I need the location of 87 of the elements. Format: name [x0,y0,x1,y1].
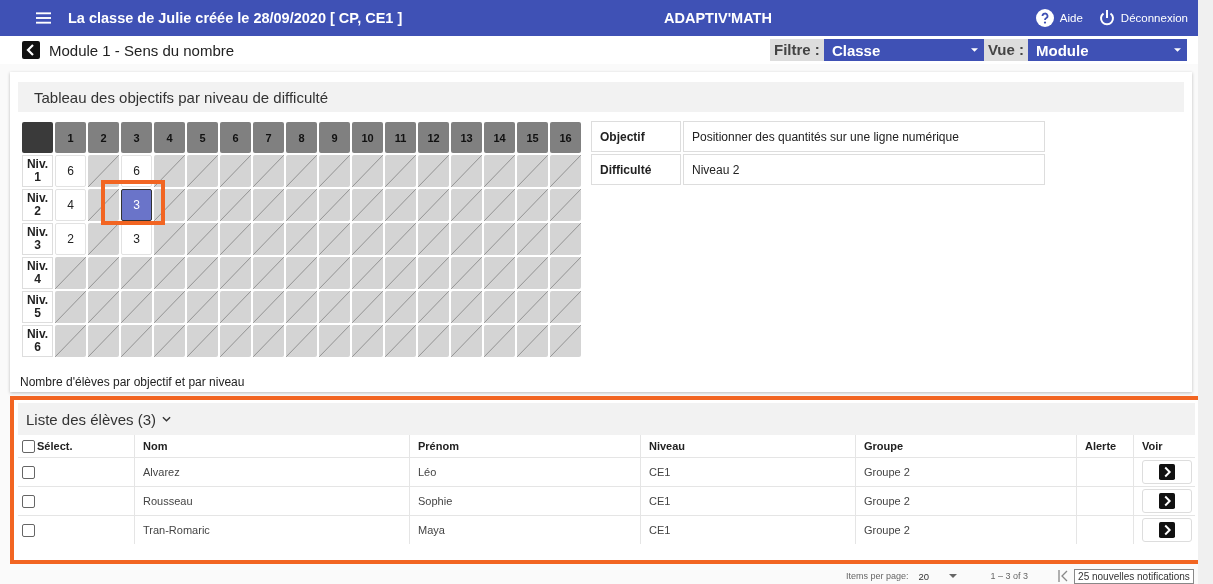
column-header: Voir [1142,440,1163,452]
panel-title: Tableau des objectifs par niveau de difficulté [34,88,329,106]
count-cell[interactable]: 3 [121,189,152,221]
caret-icon [1174,48,1181,52]
count-cell[interactable]: 2 [55,223,86,255]
corner-cell [22,122,53,153]
detail-label: Difficulté [591,154,681,185]
items-per-page-label: Items per page: [846,571,909,581]
table-cell: Léo [418,466,437,478]
logout-link[interactable]: Déconnexion [1120,12,1188,24]
table-cell: Groupe 2 [864,466,910,478]
caret-icon[interactable] [948,574,957,578]
view-label: Vue : [983,39,1028,61]
detail-value: Niveau 2 [683,154,1045,185]
filter-dropdown[interactable]: Classe [823,39,984,61]
column-header[interactable]: 6 [220,122,251,153]
row-checkbox[interactable] [22,494,35,508]
table-cell: Rousseau [143,495,193,507]
table-cell: Tran-Romaric [143,524,210,536]
view-dropdown[interactable]: Module [1028,39,1187,61]
filter-label: Filtre : [770,39,824,61]
column-header[interactable]: 10 [352,122,383,153]
column-header[interactable]: 12 [418,122,449,153]
table-cell: Groupe 2 [864,495,910,507]
class-title: La classe de Julie créée le 28/09/2020 [ CP, CE1 ] [68,10,404,26]
detail-value: Positionner des quantités sur une ligne numérique [683,121,1045,152]
chevron-right-icon [1159,464,1175,480]
count-cell[interactable]: 6 [55,155,86,187]
scrollbar[interactable] [1198,0,1213,584]
table-cell: CE1 [649,495,671,507]
column-header: Prénom [418,440,459,452]
back-icon[interactable] [22,41,40,59]
level-label: Niv. 6 [22,325,53,357]
count-cell[interactable]: 3 [121,223,152,255]
column-header[interactable]: 15 [517,122,548,153]
column-header[interactable]: 13 [451,122,482,153]
view-button[interactable] [1142,518,1192,542]
column-header[interactable]: 11 [385,122,416,153]
level-label: Niv. 3 [22,223,53,255]
caret-icon [970,48,978,52]
table-cell: Alvarez [143,466,180,478]
select-all-checkbox[interactable] [22,439,35,453]
table-cell: CE1 [649,524,671,536]
column-header[interactable]: 2 [88,122,119,153]
table-cell: Groupe 2 [864,524,910,536]
column-header: Groupe [864,440,904,452]
menu-icon[interactable] [36,12,51,24]
column-header: Sélect. [37,440,73,452]
column-header[interactable]: 16 [550,122,581,153]
power-icon[interactable] [1098,10,1115,26]
notification-badge[interactable]: 25 nouvelles notifications [1074,568,1194,584]
column-header: Alerte [1085,440,1117,452]
row-checkbox[interactable] [22,465,35,479]
detail-label: Objectif [591,121,681,152]
table-cell: Sophie [418,495,453,507]
page-range: 1 – 3 of 3 [990,571,1029,581]
help-link[interactable]: Aide [1059,12,1083,24]
app-name: ADAPTIV'MATH [664,10,772,26]
level-label: Niv. 4 [22,257,53,289]
level-label: Niv. 2 [22,189,53,221]
column-header[interactable]: 14 [484,122,515,153]
count-cell[interactable]: 4 [55,189,86,221]
column-header[interactable]: 9 [319,122,350,153]
level-label: Niv. 5 [22,291,53,323]
chevron-icon[interactable] [162,416,172,422]
items-per-page-select[interactable]: 20 [918,570,943,582]
column-header[interactable]: 4 [154,122,185,153]
chevron-right-icon [1159,522,1175,538]
column-header[interactable]: 7 [253,122,284,153]
column-header[interactable]: 1 [55,122,86,153]
first-page-icon[interactable] [1058,570,1069,582]
module-title: Module 1 - Sens du nombre [49,41,235,59]
column-header[interactable]: 8 [286,122,317,153]
row-checkbox[interactable] [22,523,35,537]
column-header[interactable]: 5 [187,122,218,153]
level-label: Niv. 1 [22,155,53,187]
column-header[interactable]: 3 [121,122,152,153]
chevron-right-icon [1159,493,1175,509]
table-cell: Maya [418,524,445,536]
view-button[interactable] [1142,460,1192,484]
column-header: Nom [143,440,168,452]
view-button[interactable] [1142,489,1192,513]
table-cell: CE1 [649,466,671,478]
column-header: Niveau [649,440,686,452]
section-title: Liste des élèves (3) [26,410,157,428]
help-icon[interactable] [1035,9,1054,27]
grid-caption: Nombre d'élèves par objectif et par niveau [20,375,246,389]
